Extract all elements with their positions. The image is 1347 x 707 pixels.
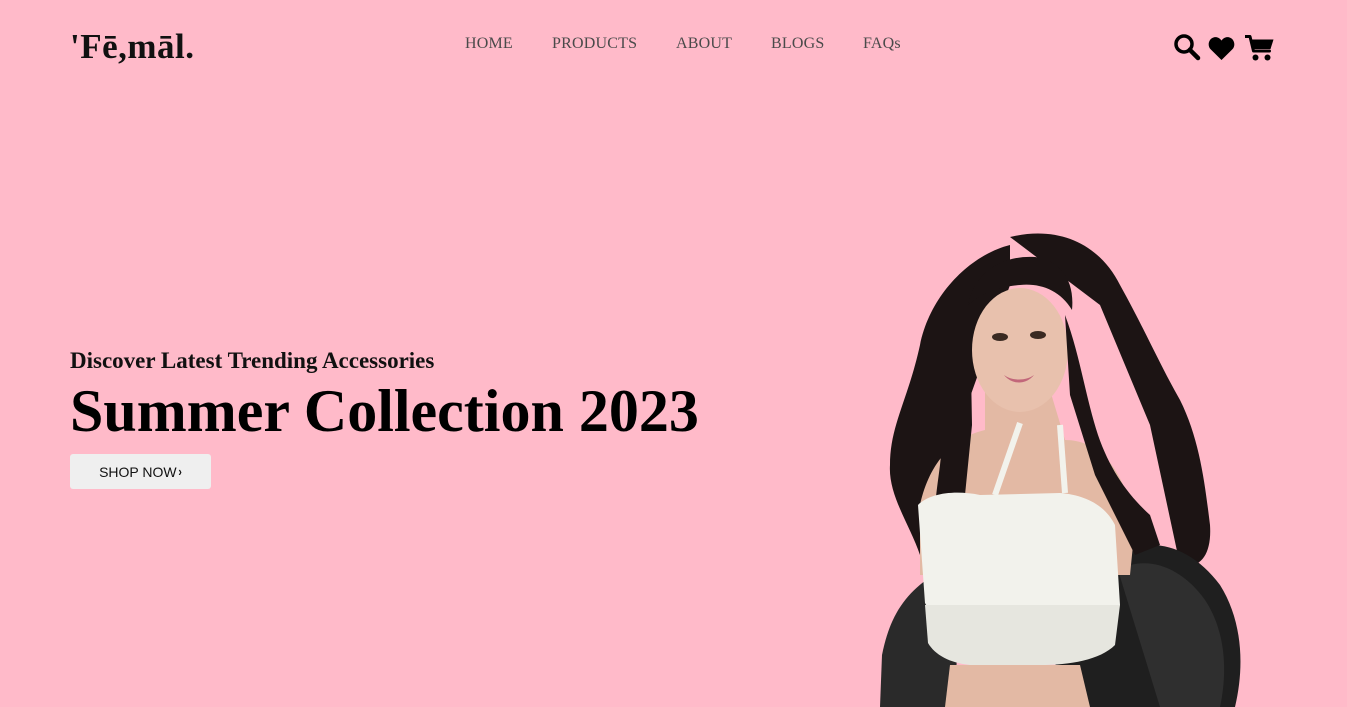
main-nav: HOME PRODUCTS ABOUT BLOGS FAQs: [0, 34, 1347, 54]
shop-now-label: SHOP NOW: [99, 463, 177, 480]
shop-now-button[interactable]: SHOP NOW ›: [70, 454, 211, 489]
heart-icon[interactable]: [1208, 35, 1235, 66]
nav-item-faqs[interactable]: FAQs: [863, 34, 901, 54]
cart-icon[interactable]: [1244, 34, 1275, 67]
header-icons: [1173, 33, 1275, 63]
search-icon[interactable]: [1173, 33, 1201, 66]
hero-model-image: [880, 233, 1241, 707]
nav-item-blogs[interactable]: BLOGS: [771, 34, 824, 54]
nav-item-home[interactable]: HOME: [465, 34, 513, 54]
hero-subtitle: Discover Latest Trending Accessories: [70, 348, 435, 373]
nav-item-about[interactable]: ABOUT: [676, 34, 732, 54]
nav-item-products[interactable]: PRODUCTS: [552, 34, 637, 54]
chevron-right-icon: ›: [178, 464, 182, 479]
hero-title: Summer Collection 2023: [70, 378, 699, 444]
